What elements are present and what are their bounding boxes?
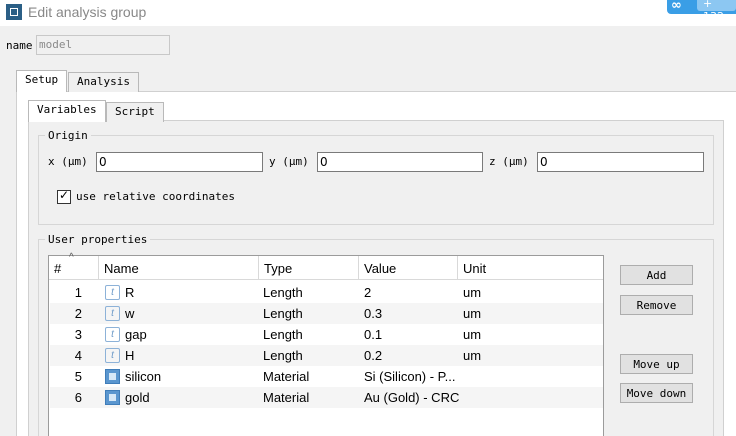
row-unit: um [463,327,482,342]
row-name: w [125,306,135,321]
y-label: y (μm) [269,155,309,168]
y-input[interactable]: 0 [317,152,483,172]
column-header-label: # [54,261,62,276]
variable-icon: t [105,306,120,321]
move-up-button[interactable]: Move up [620,354,693,374]
window-title: Edit analysis group [28,4,147,20]
column-header-name[interactable]: Name [99,256,259,280]
tab-variables[interactable]: Variables [28,100,106,122]
row-name: H [125,348,135,363]
row-unit [463,366,563,387]
variable-icon: t [105,348,120,363]
row-number: 6 [74,390,82,405]
origin-legend: Origin [45,129,91,142]
table-row[interactable]: 3 t gap Length 0.1 um [50,324,603,345]
row-unit: um [463,285,482,300]
material-icon [105,390,120,405]
table-row[interactable]: 5 silicon Material Si (Silicon) - P... [50,366,603,387]
row-value: 0.3 [364,306,383,321]
row-name: gap [125,327,147,342]
checkmark-icon: ✓ [59,188,70,202]
material-icon [105,369,120,384]
row-value: 2 [364,285,372,300]
variable-icon: t [105,327,120,342]
row-value: Au (Gold) - CRC [364,390,460,405]
origin-group [38,135,714,225]
table-row[interactable]: 4 t H Length 0.2 um [50,345,603,366]
row-type: Material [263,390,310,405]
row-name: R [125,285,135,300]
column-header-type[interactable]: Type [259,256,359,280]
tab-analysis[interactable]: Analysis [68,72,139,92]
row-type: Length [263,348,303,363]
row-type: Length [263,285,303,300]
move-down-button[interactable]: Move down [620,383,693,403]
name-label: name [6,39,33,52]
infinity-icon: ∞ [671,0,682,13]
table-row[interactable]: 1 t R Length 2 um [50,282,603,303]
row-number: 2 [74,306,82,321]
tab-script[interactable]: Script [106,102,164,122]
row-number: 5 [74,369,82,384]
row-value: 0.2 [364,348,383,363]
row-type: Length [263,327,303,342]
user-properties-legend: User properties [45,233,151,246]
x-input[interactable]: 0 [96,152,263,172]
row-number: 3 [74,327,82,342]
corner-badge[interactable]: ∞ + 132 [667,0,736,23]
sort-up-icon: ^ [69,252,74,263]
row-number: 1 [74,285,82,300]
name-input[interactable]: model [36,35,170,55]
table-row[interactable]: 6 gold Material Au (Gold) - CRC [50,387,603,408]
tab-setup[interactable]: Setup [16,70,68,92]
remove-button[interactable]: Remove [620,295,693,315]
badge-count: + 132 [697,0,736,23]
row-unit: um [463,348,482,363]
add-button[interactable]: Add [620,265,693,285]
column-header-unit[interactable]: Unit [458,256,603,280]
variable-icon: t [105,285,120,300]
relative-coordinates-checkbox[interactable]: ✓ [57,188,71,204]
row-unit [463,387,563,408]
table-row[interactable]: 2 t w Length 0.3 um [50,303,603,324]
row-value: 0.1 [364,327,383,342]
x-label: x (μm) [48,155,88,168]
column-header-value[interactable]: Value [359,256,458,280]
row-name: silicon [125,369,162,384]
row-name: gold [125,390,150,405]
z-label: z (μm) [489,155,529,168]
z-input[interactable]: 0 [537,152,704,172]
relative-coordinates-label[interactable]: use relative coordinates [76,190,235,203]
column-header-num[interactable]: # ^ [49,252,99,280]
row-type: Material [263,369,310,384]
row-unit: um [463,306,482,321]
row-number: 4 [74,348,82,363]
user-properties-table: # ^ Name Type Value Unit 1 t R Length 2 … [48,252,604,436]
row-value: Si (Silicon) - P... [364,369,456,384]
row-type: Length [263,306,303,321]
app-icon [6,4,22,20]
